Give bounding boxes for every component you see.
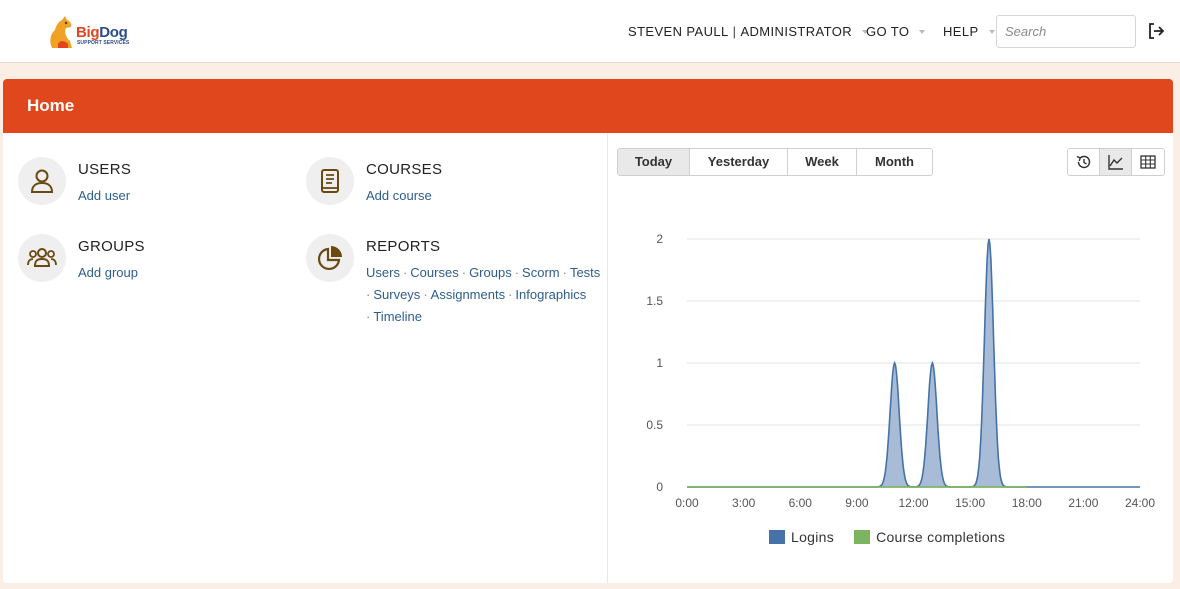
x-tick-label: 18:00 [1012, 496, 1042, 510]
search-input[interactable] [996, 15, 1136, 48]
y-tick-label: 0.5 [646, 418, 663, 432]
link-separator: · [562, 265, 567, 280]
logout-icon[interactable] [1146, 21, 1166, 41]
brand-subtitle: SUPPORT SERVICES [77, 40, 130, 46]
add-group-link[interactable]: Add group [78, 265, 138, 280]
link-separator: · [423, 287, 428, 302]
table-view-button[interactable] [1132, 149, 1164, 175]
grid-icon [1140, 155, 1156, 169]
y-tick-label: 2 [656, 232, 663, 246]
courses-title: COURSES [366, 161, 443, 178]
x-tick-label: 24:00 [1125, 496, 1155, 510]
report-links: Users · Courses · Groups · Scorm · Tests · Surveys… [366, 262, 600, 328]
link-separator: · [366, 287, 371, 302]
report-link-users[interactable]: Users [366, 265, 400, 280]
goto-menu[interactable]: GO TO [866, 0, 926, 63]
user-icon[interactable] [18, 157, 66, 205]
link-separator: · [514, 265, 520, 280]
legend-label-completions: Course completions [876, 529, 1006, 545]
link-separator: · [402, 265, 408, 280]
dog-icon [50, 16, 72, 48]
brand-logo[interactable]: BigDog SUPPORT SERVICES [46, 14, 140, 50]
history-icon [1076, 155, 1090, 169]
help-label: HELP [943, 24, 979, 39]
help-menu[interactable]: HELP [943, 0, 995, 63]
chart-legend: Logins Course completions [769, 529, 1025, 545]
users-title: USERS [78, 161, 132, 178]
link-separator: · [366, 309, 371, 324]
top-bar: BigDog SUPPORT SERVICES STEVEN PAULL | A… [0, 0, 1180, 63]
brand-name: BigDog [76, 24, 128, 41]
legend-item-completions[interactable]: Course completions [854, 529, 1005, 545]
tab-week[interactable]: Week [788, 149, 857, 175]
x-tick-label: 3:00 [732, 496, 756, 510]
user-role: ADMINISTRATOR [740, 24, 853, 39]
report-link-infographics[interactable]: Infographics [515, 287, 586, 302]
groups-title: GROUPS [78, 238, 145, 255]
user-separator: | [732, 24, 737, 39]
report-link-groups[interactable]: Groups [469, 265, 512, 280]
link-separator: · [461, 265, 467, 280]
add-course-link[interactable]: Add course [366, 188, 432, 203]
legend-swatch-logins [769, 530, 785, 544]
chevron-down-icon [919, 29, 926, 34]
report-link-scorm[interactable]: Scorm [522, 265, 560, 280]
user-menu[interactable]: STEVEN PAULL | ADMINISTRATOR [628, 0, 869, 63]
chevron-down-icon [988, 29, 995, 34]
page-title: Home [3, 79, 1173, 133]
goto-label: GO TO [866, 24, 910, 39]
report-link-assignments[interactable]: Assignments [431, 287, 505, 302]
y-tick-label: 1 [656, 356, 663, 370]
add-user-link[interactable]: Add user [78, 188, 130, 203]
range-tabs: Today Yesterday Week Month [617, 148, 933, 176]
report-link-tests[interactable]: Tests [570, 265, 600, 280]
x-tick-label: 12:00 [898, 496, 928, 510]
reports-title: REPORTS [366, 238, 441, 255]
history-button[interactable] [1068, 149, 1100, 175]
book-icon[interactable] [306, 157, 354, 205]
user-name: STEVEN PAULL [628, 24, 729, 39]
y-tick-label: 1.5 [646, 294, 663, 308]
view-switcher [1067, 148, 1165, 176]
tab-today[interactable]: Today [618, 149, 690, 175]
tab-yesterday[interactable]: Yesterday [690, 149, 788, 175]
column-divider [607, 133, 608, 583]
panel-body: USERS Add user COURSES Add course GROUPS… [3, 133, 1173, 583]
home-panel: Home USERS Add user COURSES Add course G… [3, 79, 1173, 583]
tab-month[interactable]: Month [857, 149, 932, 175]
area-chart-icon [1107, 155, 1123, 170]
y-tick-label: 0 [656, 480, 663, 494]
pie-chart-icon[interactable] [306, 234, 354, 282]
legend-swatch-completions [854, 530, 871, 544]
x-tick-label: 6:00 [789, 496, 813, 510]
legend-item-logins[interactable]: Logins [769, 529, 834, 545]
link-separator: · [508, 287, 513, 302]
area-chart-button[interactable] [1100, 149, 1132, 175]
report-link-surveys[interactable]: Surveys [373, 287, 420, 302]
legend-label-logins: Logins [791, 529, 835, 545]
x-tick-label: 21:00 [1068, 496, 1098, 510]
activity-chart: 0 0.5 1 1.5 2 0:00 3:00 6:00 9:00 12:00 15:00 18:00… [646, 232, 1155, 510]
x-tick-label: 15:00 [955, 496, 985, 510]
x-tick-label: 0:00 [675, 496, 699, 510]
report-link-timeline[interactable]: Timeline [373, 309, 422, 324]
report-link-courses[interactable]: Courses [410, 265, 458, 280]
x-tick-label: 9:00 [845, 496, 869, 510]
group-icon[interactable] [18, 234, 66, 282]
